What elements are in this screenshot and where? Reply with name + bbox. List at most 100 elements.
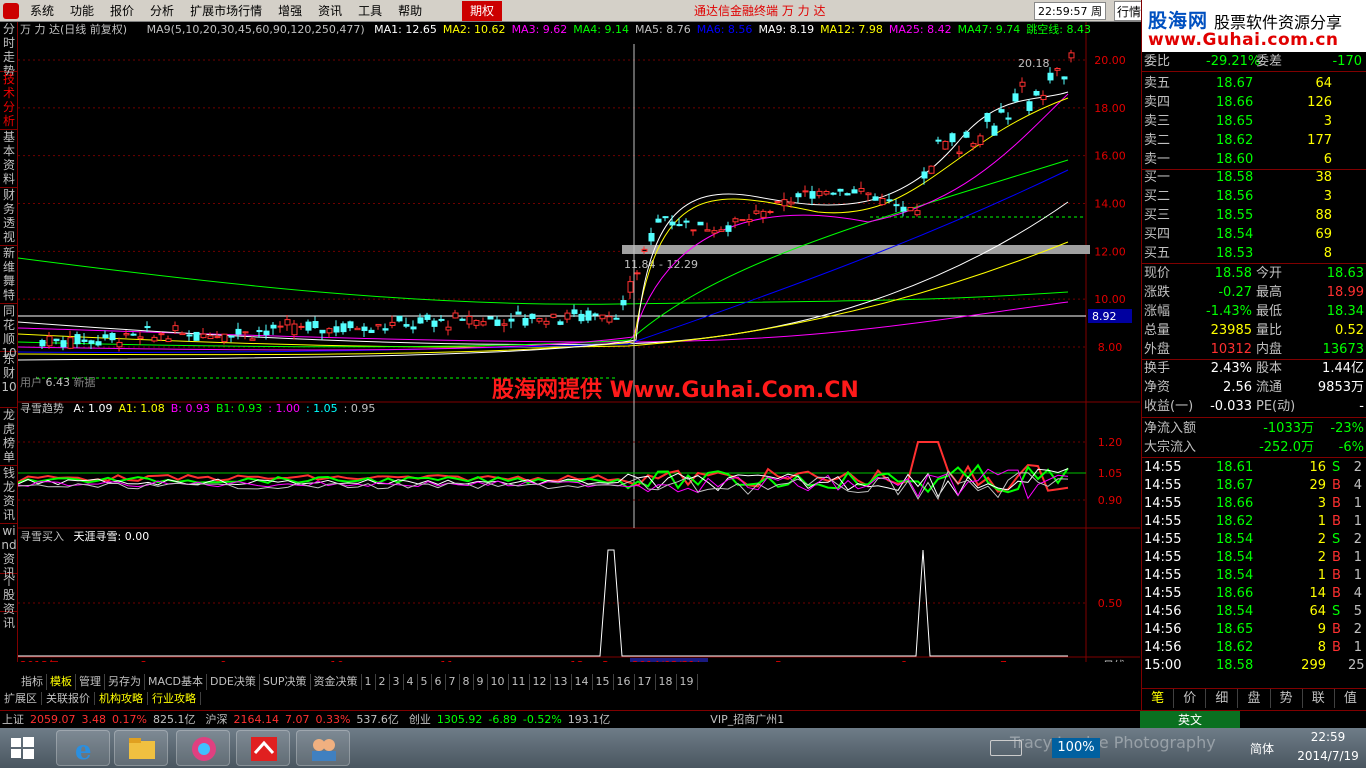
- chart-area[interactable]: 20.00 18.00 16.00 14.00 12.00 10.00 8.00 8.92 11…: [18, 22, 1140, 662]
- date-tick-0: 2013年: [20, 658, 59, 662]
- menu-item-4[interactable]: 扩展市场行情: [182, 0, 270, 22]
- ext-tab-0[interactable]: 扩展区: [0, 692, 42, 705]
- wallpaper-caption: Tracy Lauise Photography: [1010, 733, 1216, 752]
- indicator1-label: 寻雪趋势: [20, 402, 64, 415]
- menu-item-7[interactable]: 工具: [350, 0, 390, 22]
- ime-indicator[interactable]: 英文: [1140, 711, 1240, 729]
- sidebar-tab-9[interactable]: wind资讯: [0, 524, 18, 580]
- candle-body: [193, 331, 200, 341]
- weicha-label: 委差: [1256, 54, 1283, 69]
- ext-tab-2[interactable]: 机构攻略: [95, 692, 148, 705]
- index-sh-label: 上证: [2, 713, 24, 726]
- candle-body: [361, 326, 368, 331]
- formula-tab-19[interactable]: 12: [530, 674, 551, 690]
- media-icon[interactable]: [176, 730, 230, 766]
- candle-body: [697, 221, 704, 226]
- quote-tab-1[interactable]: 价: [1174, 689, 1207, 708]
- candle-body: [249, 338, 256, 341]
- quote-button[interactable]: 行情: [1114, 1, 1144, 21]
- formula-tab-0[interactable]: 指标: [18, 674, 47, 690]
- formula-tab-18[interactable]: 11: [509, 674, 530, 690]
- formula-tab-2[interactable]: 管理: [76, 674, 105, 690]
- candle-body: [53, 338, 60, 342]
- sidebar-tab-2[interactable]: 基本资料: [0, 130, 18, 188]
- quote-tab-2[interactable]: 细: [1206, 689, 1239, 708]
- tdx-app-icon[interactable]: [236, 730, 290, 766]
- formula-tab-21[interactable]: 14: [572, 674, 593, 690]
- formula-tab-11[interactable]: 4: [404, 674, 418, 690]
- formula-tab-9[interactable]: 2: [376, 674, 390, 690]
- formula-tab-22[interactable]: 15: [593, 674, 614, 690]
- ma-value-2: MA3: 9.62: [511, 23, 568, 36]
- taskbar-time[interactable]: 22:59: [1298, 730, 1358, 744]
- quote-tab-4[interactable]: 势: [1271, 689, 1303, 708]
- sidebar-tab-5[interactable]: 同花顺10: [0, 304, 18, 360]
- formula-tab-15[interactable]: 8: [460, 674, 474, 690]
- menu-item-0[interactable]: 系统: [22, 0, 62, 22]
- sidebar-tab-0[interactable]: 分时走势: [0, 22, 18, 78]
- sidebar-tab-1[interactable]: 技术分析: [0, 72, 18, 130]
- sidebar-tab-6[interactable]: 东财10: [0, 352, 18, 408]
- formula-tab-12[interactable]: 5: [418, 674, 432, 690]
- window-title: 通达信金融终端 万 力 达: [694, 4, 826, 18]
- candle-body: [508, 318, 515, 322]
- sidebar-tab-8[interactable]: 钱龙资讯: [0, 466, 18, 524]
- stat-label: 收益(一): [1144, 399, 1194, 414]
- menu-item-5[interactable]: 增强: [270, 0, 310, 22]
- menu-item-6[interactable]: 资讯: [310, 0, 350, 22]
- formula-tab-23[interactable]: 16: [614, 674, 635, 690]
- date-tick-10: 7: [1000, 659, 1007, 662]
- menu-item-2[interactable]: 报价: [102, 0, 142, 22]
- stat-value2: -: [1359, 399, 1364, 414]
- tick-count: 2: [1353, 460, 1362, 475]
- formula-tab-14[interactable]: 7: [446, 674, 460, 690]
- keyboard-icon[interactable]: [990, 740, 1022, 756]
- candle-body: [235, 328, 242, 335]
- candle-body: [144, 326, 151, 329]
- candle-body: [935, 139, 942, 142]
- period-button[interactable]: 期权: [462, 1, 502, 21]
- formula-tab-10[interactable]: 3: [390, 674, 404, 690]
- formula-tab-7[interactable]: 资金决策: [311, 674, 362, 690]
- language-indicator[interactable]: 简体: [1250, 740, 1274, 757]
- quote-tab-6[interactable]: 值: [1335, 689, 1366, 708]
- formula-tab-17[interactable]: 10: [488, 674, 509, 690]
- contacts-icon[interactable]: [296, 730, 350, 766]
- formula-tab-25[interactable]: 18: [656, 674, 677, 690]
- tick-price: 18.54: [1216, 532, 1254, 547]
- ie-icon[interactable]: e: [56, 730, 110, 766]
- taskbar-date[interactable]: 2014/7/19: [1293, 749, 1363, 763]
- sidebar-tab-10[interactable]: 个股资讯: [0, 574, 18, 630]
- formula-tab-4[interactable]: MACD基本: [145, 674, 207, 690]
- menu-item-8[interactable]: 帮助: [390, 0, 430, 22]
- quote-tab-0[interactable]: 笔: [1142, 689, 1175, 708]
- formula-tab-6[interactable]: SUP决策: [260, 674, 311, 690]
- tick-count: 5: [1353, 604, 1362, 619]
- formula-tab-8[interactable]: 1: [362, 674, 376, 690]
- formula-tab-1[interactable]: 模板: [47, 674, 76, 690]
- candle-body: [480, 321, 487, 326]
- ext-tab-3[interactable]: 行业攻略: [148, 692, 201, 705]
- stat-value: -0.27: [1218, 285, 1252, 300]
- formula-tab-16[interactable]: 9: [474, 674, 488, 690]
- menu-item-1[interactable]: 功能: [62, 0, 102, 22]
- formula-tab-3[interactable]: 另存为: [105, 674, 145, 690]
- ext-tab-1[interactable]: 关联报价: [42, 692, 95, 705]
- explorer-icon[interactable]: [114, 730, 168, 766]
- stat-value2: 1.44亿: [1322, 361, 1364, 376]
- formula-tab-5[interactable]: DDE决策: [207, 674, 260, 690]
- quote-tab-5[interactable]: 联: [1303, 689, 1335, 708]
- zoom-level[interactable]: 100%: [1052, 738, 1100, 758]
- candle-body: [1019, 81, 1026, 87]
- formula-tab-13[interactable]: 6: [432, 674, 446, 690]
- quote-tab-3[interactable]: 盘: [1238, 689, 1271, 708]
- formula-tab-20[interactable]: 13: [551, 674, 572, 690]
- sidebar-tab-7[interactable]: 龙虎榜单: [0, 408, 18, 466]
- kline-chart[interactable]: 20.00 18.00 16.00 14.00 12.00 10.00 8.00 8.92 11…: [18, 22, 1140, 662]
- sidebar-tab-3[interactable]: 财务透视: [0, 188, 18, 246]
- start-button[interactable]: [8, 734, 36, 762]
- formula-tab-26[interactable]: 19: [677, 674, 698, 690]
- sidebar-tab-4[interactable]: 新维舞特: [0, 246, 18, 304]
- formula-tab-24[interactable]: 17: [635, 674, 656, 690]
- menu-item-3[interactable]: 分析: [142, 0, 182, 22]
